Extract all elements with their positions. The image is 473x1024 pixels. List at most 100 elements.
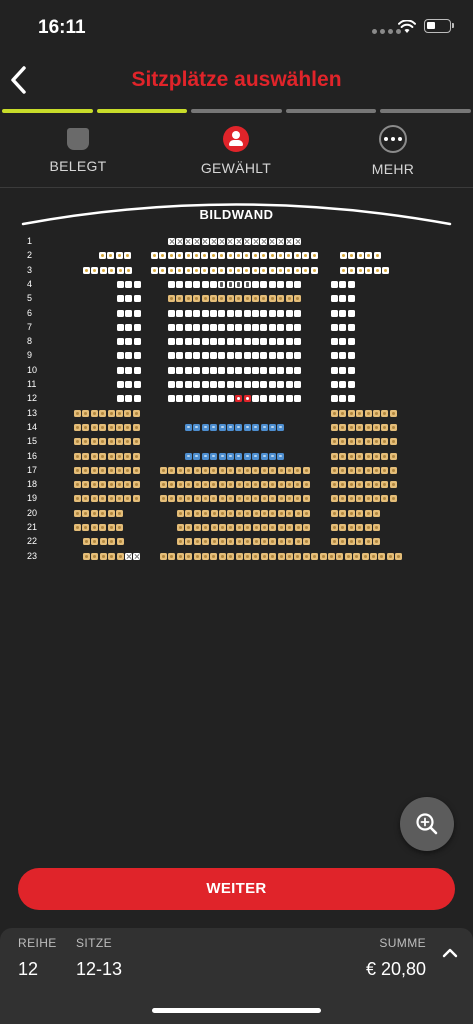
seat[interactable] — [373, 481, 380, 489]
seat[interactable] — [294, 323, 301, 331]
seat[interactable] — [99, 495, 107, 503]
seat[interactable] — [260, 338, 268, 346]
seat[interactable] — [277, 538, 285, 546]
seat[interactable] — [294, 309, 301, 317]
seat[interactable] — [117, 280, 124, 288]
seat[interactable] — [344, 552, 352, 560]
seat[interactable] — [218, 552, 226, 560]
seat[interactable] — [201, 366, 209, 374]
seat[interactable] — [331, 495, 338, 503]
seat[interactable] — [210, 309, 217, 317]
seat[interactable] — [218, 309, 226, 317]
seat[interactable] — [125, 295, 133, 303]
selected-seat[interactable] — [243, 395, 251, 403]
seat[interactable] — [116, 509, 123, 517]
seat[interactable] — [252, 466, 260, 474]
seat[interactable] — [125, 323, 133, 331]
seat[interactable] — [91, 552, 99, 560]
seat[interactable] — [168, 381, 175, 388]
seat[interactable] — [227, 481, 235, 489]
seat[interactable] — [347, 295, 355, 303]
seat[interactable] — [260, 495, 268, 503]
seat[interactable] — [117, 309, 124, 317]
seat[interactable] — [356, 423, 364, 431]
seat[interactable] — [373, 538, 380, 546]
seat[interactable] — [184, 366, 192, 374]
seat[interactable] — [125, 552, 132, 560]
seat[interactable] — [193, 538, 201, 546]
seat[interactable] — [339, 452, 347, 460]
seat[interactable] — [82, 423, 90, 431]
seat[interactable] — [277, 309, 285, 317]
seat[interactable] — [277, 352, 285, 360]
seat[interactable] — [201, 338, 209, 346]
seat[interactable] — [202, 538, 210, 546]
seat[interactable] — [331, 409, 338, 417]
seat[interactable] — [356, 452, 364, 460]
seat[interactable] — [74, 524, 81, 531]
seat[interactable] — [210, 509, 218, 517]
seat[interactable] — [252, 395, 259, 403]
seat[interactable] — [219, 538, 226, 546]
seat[interactable] — [260, 309, 268, 317]
seat[interactable] — [201, 323, 209, 331]
seat[interactable] — [210, 423, 218, 431]
seat[interactable] — [243, 381, 251, 388]
seat[interactable] — [347, 409, 355, 417]
seat[interactable] — [364, 509, 372, 517]
seat[interactable] — [193, 481, 201, 489]
seat[interactable] — [364, 452, 372, 460]
seat[interactable] — [193, 524, 201, 531]
seat[interactable] — [107, 509, 115, 517]
seat[interactable] — [159, 252, 167, 260]
seat[interactable] — [373, 438, 380, 446]
seat[interactable] — [99, 409, 107, 417]
seat[interactable] — [168, 552, 176, 560]
legend-more[interactable]: MEHR — [333, 124, 453, 177]
seat[interactable] — [294, 295, 301, 303]
seat[interactable] — [302, 252, 310, 260]
seat[interactable] — [176, 381, 184, 388]
seat[interactable] — [226, 381, 234, 388]
seat[interactable] — [364, 466, 372, 474]
seat[interactable] — [184, 309, 192, 317]
seat[interactable] — [218, 452, 226, 460]
seat[interactable] — [303, 538, 310, 546]
seat[interactable] — [294, 338, 301, 346]
seat[interactable] — [226, 266, 234, 274]
seat[interactable] — [339, 381, 347, 388]
seat[interactable] — [339, 309, 347, 317]
seat[interactable] — [364, 481, 372, 489]
seat[interactable] — [370, 552, 377, 560]
seat[interactable] — [353, 552, 361, 560]
seat[interactable] — [268, 352, 276, 360]
seat[interactable] — [373, 466, 380, 474]
seat[interactable] — [252, 538, 260, 546]
seat[interactable] — [364, 524, 372, 531]
seat[interactable] — [235, 366, 243, 374]
seat[interactable] — [347, 452, 355, 460]
seat[interactable] — [193, 280, 201, 288]
seat[interactable] — [331, 466, 338, 474]
seat[interactable] — [269, 466, 277, 474]
seat[interactable] — [294, 395, 301, 403]
seat[interactable] — [235, 252, 242, 260]
seat[interactable] — [252, 381, 259, 388]
seat[interactable] — [331, 366, 338, 374]
seat[interactable] — [151, 252, 158, 260]
seat[interactable] — [193, 381, 201, 388]
seat[interactable] — [133, 295, 141, 303]
seat[interactable] — [210, 466, 218, 474]
seat[interactable] — [277, 366, 285, 374]
seat[interactable] — [193, 466, 201, 474]
seat[interactable] — [82, 495, 90, 503]
legend-more-label[interactable]: MEHR — [333, 161, 453, 177]
seat[interactable] — [364, 409, 372, 417]
seat[interactable] — [356, 509, 364, 517]
seat[interactable] — [277, 395, 285, 403]
seat[interactable] — [331, 323, 338, 331]
seat[interactable] — [107, 481, 115, 489]
seat[interactable] — [176, 352, 184, 360]
seat[interactable] — [218, 466, 226, 474]
seat[interactable] — [389, 466, 397, 474]
